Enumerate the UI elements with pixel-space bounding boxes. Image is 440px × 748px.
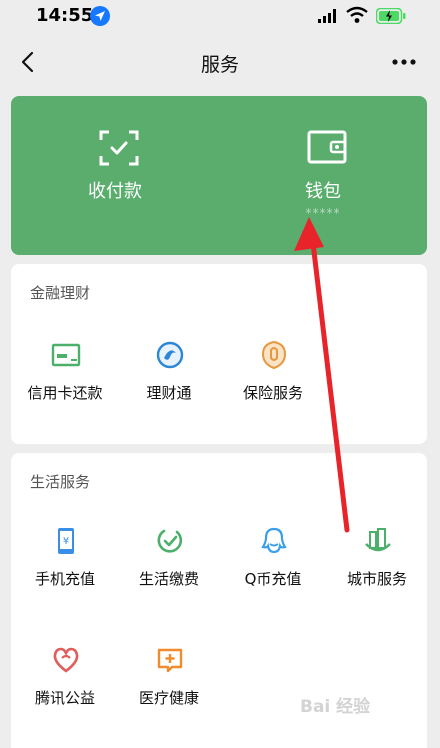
service-label: Q币充值 <box>244 570 302 588</box>
service-label: 信用卡还款 <box>27 384 103 402</box>
credit-card-icon <box>51 343 81 367</box>
service-label: 生活缴费 <box>138 570 199 588</box>
phone-recharge-icon: ¥ <box>58 528 74 554</box>
service-label: 城市服务 <box>346 570 407 588</box>
phone-recharge-item[interactable]: ¥ 手机充值 <box>13 526 117 616</box>
city-service-item[interactable]: 城市服务 <box>325 526 429 616</box>
service-label: 保险服务 <box>242 384 303 402</box>
status-bar: 14:55 <box>0 0 440 34</box>
charity-icon <box>53 647 79 673</box>
more-icon[interactable] <box>388 48 420 76</box>
medical-icon <box>157 648 183 673</box>
signal-icon <box>318 9 336 23</box>
section-title: 生活服务 <box>30 473 91 491</box>
wallet-label: 钱包 <box>305 181 341 202</box>
qq-coin-icon <box>261 527 287 554</box>
service-label: 医疗健康 <box>138 689 199 707</box>
nav-bar: 服务 <box>0 36 440 88</box>
service-label: 手机充值 <box>34 570 95 588</box>
service-label: 腾讯公益 <box>34 689 95 707</box>
pay-receive-button[interactable]: 收付款 <box>11 96 219 255</box>
insurance-item[interactable]: 保险服务 <box>221 340 325 430</box>
wallet-icon <box>307 130 347 164</box>
service-label: 理财通 <box>146 384 192 402</box>
wallet-balance-masked: ***** <box>305 206 341 220</box>
page-title: 服务 <box>200 54 239 76</box>
wifi-icon <box>346 6 368 23</box>
watermark: Bai 经验 <box>300 697 371 717</box>
section-title: 金融理财 <box>30 284 91 302</box>
medical-health-item[interactable]: 医疗健康 <box>117 645 221 735</box>
qq-coin-item[interactable]: Q币充值 <box>221 526 325 616</box>
location-icon <box>90 6 110 26</box>
licaitong-icon <box>156 341 184 369</box>
utility-payment-icon <box>157 529 183 553</box>
credit-card-repay-item[interactable]: 信用卡还款 <box>13 340 117 430</box>
tencent-charity-item[interactable]: 腾讯公益 <box>13 645 117 735</box>
wallet-button[interactable]: 钱包 ***** <box>219 96 427 255</box>
svg-text:¥: ¥ <box>63 536 69 547</box>
status-time: 14:55 <box>36 5 94 26</box>
pay-receive-label: 收付款 <box>88 181 142 202</box>
wallet-card: 收付款 钱包 ***** <box>11 96 427 255</box>
utility-payment-item[interactable]: 生活缴费 <box>117 526 221 616</box>
licaitong-item[interactable]: 理财通 <box>117 340 221 430</box>
city-service-icon <box>365 528 391 552</box>
finance-section: 金融理财 信用卡还款 理财通 保险服务 <box>11 264 427 444</box>
battery-icon <box>376 8 406 24</box>
insurance-icon <box>261 340 287 370</box>
scan-pay-icon <box>99 130 139 166</box>
